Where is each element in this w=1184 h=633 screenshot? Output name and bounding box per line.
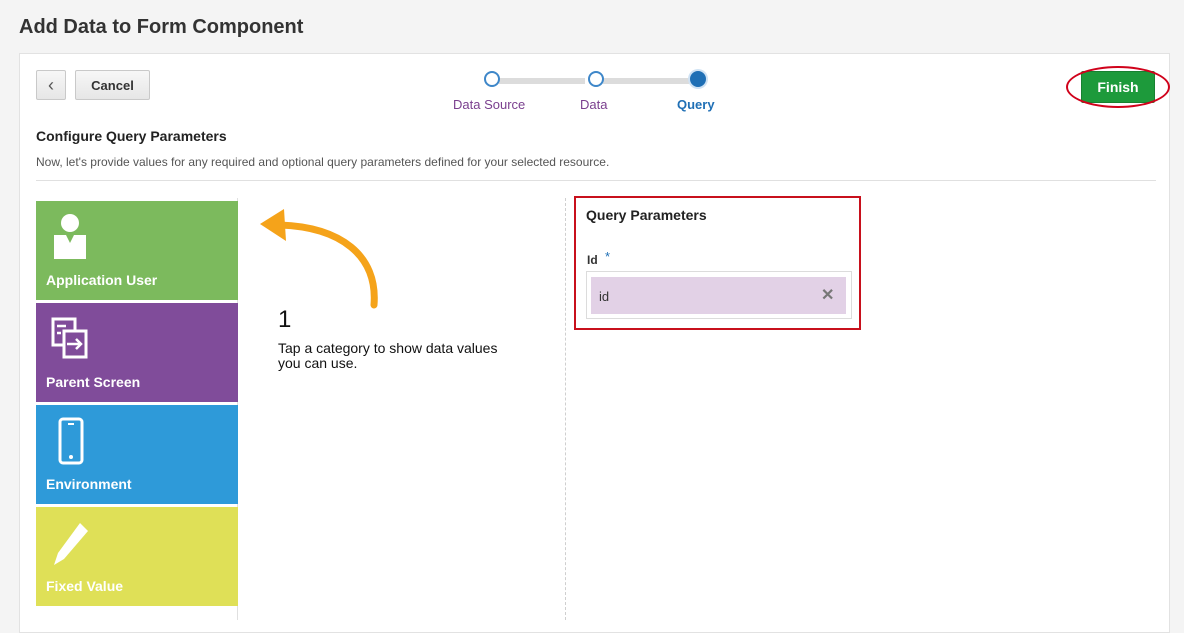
finish-button[interactable]: Finish [1081,71,1155,103]
query-parameters-title: Query Parameters [586,207,707,223]
train-connector [499,78,585,84]
hint-step-number: 1 [278,306,292,333]
train-step-data-source-label[interactable]: Data Source [453,97,525,112]
train-step-data-dot[interactable] [588,71,604,87]
param-input-id[interactable] [591,277,846,314]
category-label: Fixed Value [46,578,124,594]
divider [36,180,1156,181]
page-title: Add Data to Form Component [19,16,304,38]
category-label: Environment [46,476,132,492]
category-label: Application User [46,272,158,288]
cancel-button[interactable]: Cancel [75,70,150,100]
category-tile-application-user[interactable]: Application User [36,201,238,300]
hint-text: Tap a category to show data values you c… [278,340,498,371]
category-label: Parent Screen [46,374,141,390]
category-tile-fixed-value[interactable]: Fixed Value [36,507,238,606]
train-connector [603,78,689,84]
divider [565,198,566,620]
required-marker: * [605,249,611,264]
param-label-id: Id [587,253,598,267]
param-value: id [599,289,610,304]
phone-icon [50,417,90,465]
train-step-data-source-dot[interactable] [484,71,500,87]
category-tile-parent-screen[interactable]: Parent Screen [36,303,238,402]
back-button[interactable]: ‹ [36,70,66,100]
screen-transfer-icon [50,315,90,361]
train-step-query-label: Query [677,97,715,112]
user-icon [50,213,90,259]
section-heading: Configure Query Parameters [36,128,227,144]
clear-icon[interactable]: ✕ [821,285,834,305]
train-step-data-label[interactable]: Data [580,97,607,112]
pencil-icon [50,519,90,565]
train-step-query-dot[interactable] [690,71,706,87]
section-description: Now, let's provide values for any requir… [36,155,610,169]
hint-arrow-icon [260,209,378,309]
category-tile-environment[interactable]: Environment [36,405,238,504]
